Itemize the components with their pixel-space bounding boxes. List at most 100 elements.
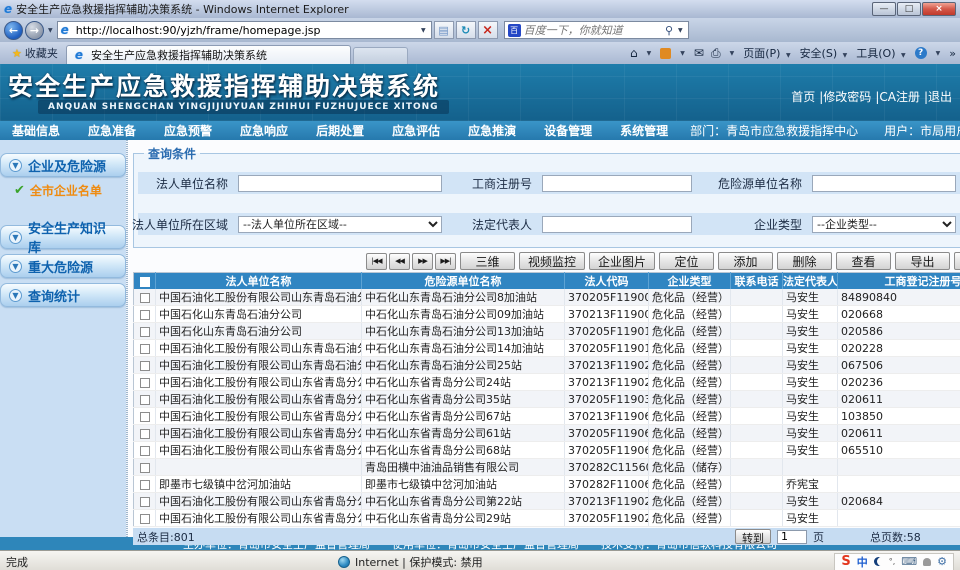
header-link[interactable]: 首页 — [791, 88, 815, 105]
pager-button[interactable]: |◀◀ — [366, 253, 387, 270]
toolbar-button[interactable]: 三维 — [460, 252, 515, 270]
page-number-input[interactable] — [777, 530, 807, 544]
table-row[interactable]: 中国石油化工股份有限公司山东省青岛分公司 中石化山东省青岛分公司24站 3702… — [134, 374, 960, 391]
column-header[interactable]: 联系电话 — [731, 273, 783, 290]
menu-item[interactable]: 应急预警 — [158, 122, 234, 139]
home-icon[interactable]: ⌂ — [630, 46, 638, 60]
sidebar-group-enterprise-hazard[interactable]: ▼ 企业及危险源 — [0, 153, 126, 177]
sogou-icon[interactable]: S — [841, 554, 850, 569]
table-row[interactable]: 中国石化山东青岛石油分公司 中石化山东青岛石油分公司13加油站 370205F1… — [134, 323, 960, 340]
menu-item[interactable]: 应急准备 — [82, 122, 158, 139]
table-row[interactable]: 中国石油化工股份有限公司山东省青岛分公司 中石化山东省青岛分公司61站 3702… — [134, 425, 960, 442]
menu-item[interactable]: 后期处置 — [310, 122, 386, 139]
home-dropdown-icon[interactable]: ▼ — [645, 50, 654, 57]
table-row[interactable]: 中国石油化工股份有限公司山东青岛石油分公司 中石化山东青岛石油分公司8加油站 3… — [134, 289, 960, 306]
menu-item[interactable]: 基础信息 — [6, 122, 82, 139]
sidebar-item-city-enterprise-list[interactable]: ✔ 全市企业名单 — [14, 182, 126, 199]
menu-item[interactable]: 设备管理 — [538, 122, 614, 139]
hazard-name-input[interactable] — [812, 175, 956, 192]
goto-page-button[interactable]: 转到 — [735, 529, 771, 544]
minimize-button[interactable]: — — [872, 2, 896, 16]
print-icon[interactable]: ⎙ — [711, 46, 721, 61]
close-button[interactable]: × — [922, 2, 956, 16]
ent-type-select[interactable]: --企业类型-- — [812, 216, 956, 233]
help-icon[interactable]: ? — [915, 47, 927, 59]
row-checkbox[interactable] — [134, 442, 156, 459]
table-row[interactable]: 中国石油化工股份有限公司山东省青岛分公司 中石化山东省青岛分公司第22站 370… — [134, 493, 960, 510]
table-row[interactable]: 中国石化山东青岛石油分公司 中石化山东青岛石油分公司09加油站 370213F1… — [134, 306, 960, 323]
region-select[interactable]: --法人单位所在区域-- — [238, 216, 442, 233]
menu-item[interactable]: 应急响应 — [234, 122, 310, 139]
row-checkbox[interactable] — [134, 493, 156, 510]
chinese-mode-icon[interactable]: 中 — [857, 554, 868, 570]
stop-button[interactable]: × — [478, 21, 498, 39]
row-checkbox[interactable] — [134, 374, 156, 391]
mail-icon[interactable]: ✉ — [694, 46, 704, 60]
search-icon[interactable]: ⚲ — [665, 24, 673, 37]
sidebar-group-knowledge-base[interactable]: ▼ 安全生产知识库 — [0, 225, 126, 249]
history-dropdown-icon[interactable]: ▼ — [46, 27, 55, 34]
keyboard-icon[interactable]: ⌨ — [901, 555, 917, 568]
toolbar-button[interactable]: 视频监控 — [519, 252, 585, 270]
menu-item[interactable]: 应急评估 — [386, 122, 462, 139]
column-header[interactable]: 法人单位名称 — [156, 273, 362, 290]
help-dropdown-icon[interactable]: ▼ — [934, 50, 943, 57]
refresh-button[interactable]: ↻ — [456, 21, 476, 39]
column-header[interactable]: 企业类型 — [649, 273, 731, 290]
header-link[interactable]: |退出 — [924, 88, 952, 105]
table-row[interactable]: 中国石油化工股份有限公司山东省青岛分公司 中石化山东省青岛分公司29站 3702… — [134, 510, 960, 527]
business-reg-no-input[interactable] — [542, 175, 692, 192]
row-checkbox[interactable] — [134, 459, 156, 476]
toolbar-button[interactable]: 恢复 — [954, 252, 960, 270]
row-checkbox[interactable] — [134, 289, 156, 306]
table-row[interactable]: 中国石油化工股份有限公司山东青岛石油分公司 中石化山东青岛石油分公司14加油站 … — [134, 340, 960, 357]
row-checkbox[interactable] — [134, 323, 156, 340]
moon-icon[interactable] — [874, 557, 883, 566]
address-input[interactable] — [76, 24, 416, 37]
back-button[interactable]: ← — [4, 21, 23, 40]
toolbar-button[interactable]: 删除 — [777, 252, 832, 270]
header-link[interactable]: |CA注册 — [875, 88, 920, 105]
punctuation-icon[interactable]: °, — [889, 557, 896, 566]
legal-name-input[interactable] — [238, 175, 442, 192]
toolbar-button[interactable]: 企业图片 — [589, 252, 655, 270]
column-header[interactable]: 法人代码 — [565, 273, 649, 290]
table-row[interactable]: 中国石油化工股份有限公司山东省青岛分公司 中石化山东省青岛分公司35站 3702… — [134, 391, 960, 408]
row-checkbox[interactable] — [134, 408, 156, 425]
toolbar-button[interactable]: 导出 — [895, 252, 950, 270]
sidebar-group-major-hazards[interactable]: ▼ 重大危险源 — [0, 254, 126, 278]
new-tab-button[interactable] — [353, 47, 408, 64]
search-input[interactable] — [524, 24, 662, 37]
security-menu[interactable]: 安全(S) ▼ — [800, 45, 850, 61]
column-header[interactable]: 工商登记注册号 — [838, 273, 960, 290]
wrench-icon[interactable]: ⚙ — [937, 555, 947, 568]
more-commands-icon[interactable]: » — [949, 47, 956, 60]
sidebar-group-query-statistics[interactable]: ▼ 查询统计 — [0, 283, 126, 307]
feeds-dropdown-icon[interactable]: ▼ — [678, 50, 687, 57]
toolbar-button[interactable]: 定位 — [659, 252, 714, 270]
pager-button[interactable]: ▶▶| — [435, 253, 456, 270]
search-dropdown-icon[interactable]: ▼ — [676, 27, 685, 34]
column-header[interactable]: 危险源单位名称 — [362, 273, 565, 290]
row-checkbox[interactable] — [134, 357, 156, 374]
maximize-button[interactable]: □ — [897, 2, 921, 16]
legal-rep-input[interactable] — [542, 216, 692, 233]
table-row[interactable]: 中国石油化工股份有限公司山东省青岛分公司 中石化山东省青岛分公司67站 3702… — [134, 408, 960, 425]
row-checkbox[interactable] — [134, 425, 156, 442]
forward-button[interactable]: → — [25, 21, 44, 40]
tools-menu[interactable]: 工具(O) ▼ — [856, 45, 907, 61]
favorites-button[interactable]: ★ 收藏夹 — [4, 43, 66, 64]
column-header[interactable]: 法定代表人 — [783, 273, 838, 290]
table-row[interactable]: 青岛田横中油油品销售有限公司 370282C115602 危化品（储存） — [134, 459, 960, 476]
feeds-icon[interactable] — [660, 48, 671, 59]
table-row[interactable]: 中国石油化工股份有限公司山东青岛石油分公司 中石化山东青岛石油分公司25站 37… — [134, 357, 960, 374]
menu-item[interactable]: 系统管理 — [614, 122, 690, 139]
row-checkbox[interactable] — [134, 340, 156, 357]
table-row[interactable]: 即墨市七级镇中岔河加油站 即墨市七级镇中岔河加油站 370282F110063 … — [134, 476, 960, 493]
toolbar-button[interactable]: 添加 — [718, 252, 773, 270]
row-checkbox[interactable] — [134, 391, 156, 408]
row-checkbox[interactable] — [134, 510, 156, 527]
pager-button[interactable]: ◀◀ — [389, 253, 410, 270]
compatibility-view-icon[interactable]: ▤ — [434, 21, 454, 39]
page-menu[interactable]: 页面(P) ▼ — [743, 45, 792, 61]
